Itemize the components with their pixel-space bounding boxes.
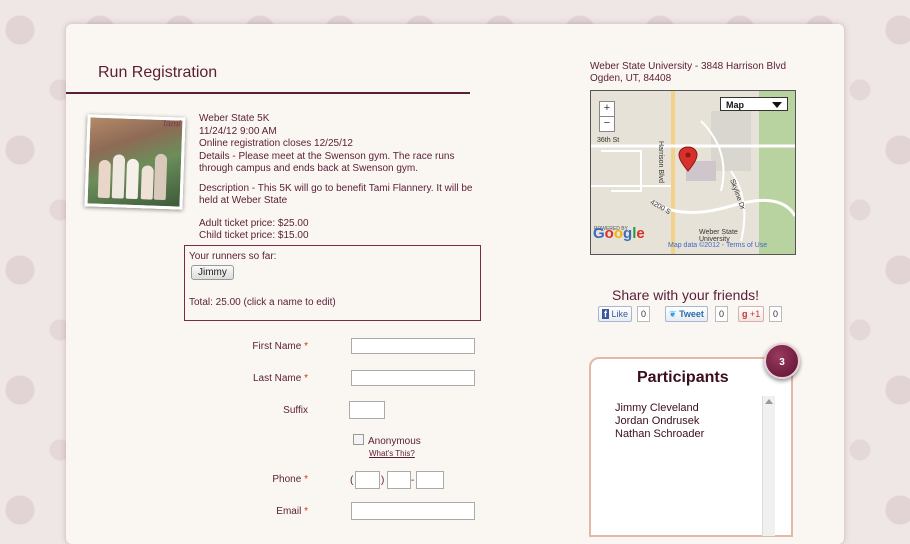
runners-label: Your runners so far: — [189, 251, 277, 262]
first-name-input[interactable] — [351, 338, 475, 354]
like-count: 0 — [637, 306, 651, 322]
participants-scrollbar[interactable] — [762, 396, 775, 536]
gplus-count: 0 — [769, 306, 783, 322]
venue-address: Weber State University - 3848 Harrison B… — [590, 61, 786, 85]
runners-box: Your runners so far: Jimmy Total: 25.00 … — [184, 245, 481, 321]
event-photo: tami — [84, 114, 186, 210]
adult-price: Adult ticket price: $25.00 — [199, 217, 309, 229]
google-logo: Google — [593, 225, 645, 242]
child-price: Child ticket price: $15.00 — [199, 230, 309, 241]
twitter-bird-icon: ❦ — [669, 309, 677, 319]
last-name-label: Last Name * — [252, 373, 308, 384]
location-map[interactable]: + − Map 36th St Harrison Blvd 4200 S Sky… — [590, 90, 796, 255]
google-plus-icon: g — [742, 309, 748, 319]
venue-line2: Ogden, UT, 84408 — [590, 73, 672, 84]
event-description: Description - This 5K will go to benefit… — [199, 182, 473, 207]
tweet-button[interactable]: ❦ Tweet — [665, 306, 708, 322]
email-label: Email * — [276, 506, 308, 517]
phone-dash: - — [411, 475, 415, 486]
phone-line-input[interactable] — [416, 471, 444, 489]
like-label: Like — [611, 309, 629, 319]
tweet-count: 0 — [715, 306, 729, 322]
participants-count-badge: 3 — [764, 343, 800, 379]
event-name: Weber State 5K — [199, 113, 270, 124]
first-name-label: First Name * — [252, 341, 308, 352]
page-title: Run Registration — [98, 64, 218, 81]
whats-this-link[interactable]: What's This? — [369, 449, 415, 458]
facebook-like-button[interactable]: f Like — [598, 306, 633, 322]
road-weber: Weber State University — [699, 229, 738, 243]
event-registration-close: Online registration closes 12/25/12 — [199, 138, 353, 149]
google-plus-button[interactable]: g +1 — [738, 306, 765, 322]
runners-total: Total: 25.00 (click a name to edit) — [189, 297, 336, 308]
suffix-label: Suffix — [283, 405, 308, 416]
runner-button-jimmy[interactable]: Jimmy — [191, 265, 234, 280]
photo-tag: tami — [163, 117, 181, 129]
phone-label: Phone * — [272, 474, 308, 485]
phone-close-paren: ) — [381, 475, 385, 486]
facebook-icon: f — [602, 309, 609, 319]
map-zoom-in-button[interactable]: + — [599, 101, 615, 117]
share-title: Share with your friends! — [612, 287, 760, 303]
list-item: Jimmy Cleveland — [615, 402, 699, 414]
last-name-input[interactable] — [351, 370, 475, 386]
suffix-input[interactable] — [349, 401, 385, 419]
list-item: Nathan Schroader — [615, 428, 705, 440]
venue-line1: Weber State University - 3848 Harrison B… — [590, 61, 787, 72]
group-silhouettes — [96, 146, 174, 201]
event-info: Weber State 5K 11/24/12 9:00 AM Online r… — [199, 113, 484, 243]
road-harrison: Harrison Blvd — [657, 141, 664, 184]
participants-list: Jimmy Cleveland Jordan Ondrusek Nathan S… — [615, 402, 704, 441]
event-details: Details - Please meet at the Swenson gym… — [199, 150, 455, 175]
anonymous-checkbox[interactable] — [353, 434, 364, 445]
anonymous-label: Anonymous — [368, 436, 421, 447]
chevron-down-icon — [772, 102, 782, 108]
event-datetime: 11/24/12 9:00 AM — [199, 125, 277, 137]
scroll-up-icon[interactable] — [765, 399, 773, 404]
title-divider — [66, 92, 470, 94]
map-type-select[interactable]: Map — [720, 97, 788, 111]
tweet-label: Tweet — [679, 309, 704, 319]
gplus-label: +1 — [750, 309, 761, 319]
map-attribution-link[interactable]: Map data ©2012 - Terms of Use — [668, 242, 767, 249]
map-type-value: Map — [726, 100, 744, 110]
phone-area-input[interactable] — [355, 471, 380, 489]
participants-panel: Participants Jimmy Cleveland Jordan Ondr… — [589, 357, 793, 537]
road-36th: 36th St — [597, 137, 620, 144]
list-item: Jordan Ondrusek — [615, 415, 700, 427]
email-input[interactable] — [351, 502, 475, 520]
participants-title: Participants — [637, 369, 729, 386]
phone-prefix-input[interactable] — [387, 471, 411, 489]
phone-open-paren: ( — [350, 475, 354, 486]
map-zoom-out-button[interactable]: − — [599, 116, 615, 132]
